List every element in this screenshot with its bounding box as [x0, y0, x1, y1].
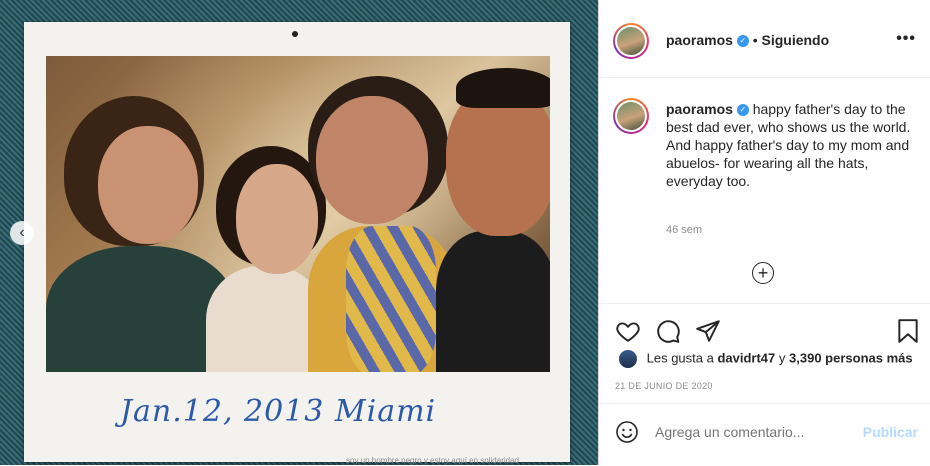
post-image-pane[interactable]: Jan.12, 2013 Miami ‹ soy un hombre negro… [0, 0, 599, 465]
add-circle-icon[interactable]: + [752, 262, 774, 284]
chevron-left-icon[interactable]: ‹ [10, 221, 34, 245]
liker-avatar[interactable] [619, 350, 637, 368]
header-username[interactable]: paoramos [666, 32, 733, 48]
person-4-hair [456, 68, 550, 108]
post-caption: paoramos ✓ happy father's day to the bes… [666, 100, 916, 190]
comment-input[interactable] [655, 424, 855, 440]
family-snapshot [46, 56, 550, 372]
post-time[interactable]: 46 sem [666, 224, 702, 236]
likes-count[interactable]: 3,390 personas más [789, 350, 913, 365]
verified-icon: ✓ [736, 35, 749, 48]
post-date[interactable]: 21 DE JUNIO DE 2020 [615, 381, 713, 391]
likes-and: y [778, 350, 786, 366]
bookmark-icon[interactable] [895, 318, 921, 344]
person-1-face [98, 126, 198, 244]
comment-avatar[interactable] [613, 98, 649, 134]
emoji-icon[interactable] [615, 420, 639, 444]
separator: • [752, 32, 758, 48]
comment-icon[interactable] [655, 318, 681, 344]
person-4-body [436, 231, 550, 372]
publish-button[interactable]: Publicar [863, 424, 918, 440]
heart-icon[interactable] [615, 318, 641, 344]
likes-prefix: Les gusta a [646, 350, 714, 366]
pin-hole [292, 31, 298, 37]
person-3-scarf [346, 226, 436, 372]
verified-icon: ✓ [736, 104, 749, 117]
post-header: paoramos ✓ • Siguiendo ••• [599, 0, 930, 78]
caption-username[interactable]: paoramos [666, 101, 733, 117]
avatar[interactable] [613, 23, 649, 59]
polaroid-photo: Jan.12, 2013 Miami [24, 22, 570, 462]
bottom-overlay-text: soy un hombre negro y estoy aquí en soli… [346, 456, 519, 465]
post-sidebar: paoramos ✓ • Siguiendo ••• paoramos ✓ ha… [599, 0, 930, 465]
following-button[interactable]: Siguiendo [762, 32, 830, 48]
caption-text-2: And happy father's day to my mom and abu… [666, 137, 910, 189]
liker-username[interactable]: davidrt47 [717, 350, 775, 365]
more-icon[interactable]: ••• [896, 30, 916, 48]
header-row: paoramos ✓ • Siguiendo [666, 32, 829, 48]
likes-summary: Les gusta a davidrt47 y 3,390 personas m… [619, 350, 913, 368]
share-icon[interactable] [695, 318, 721, 344]
person-2-face [236, 164, 318, 274]
comment-bar: Publicar [599, 403, 930, 466]
person-3-face [316, 96, 428, 224]
person-4-face [446, 86, 550, 236]
handwritten-caption: Jan.12, 2013 Miami [120, 394, 437, 429]
